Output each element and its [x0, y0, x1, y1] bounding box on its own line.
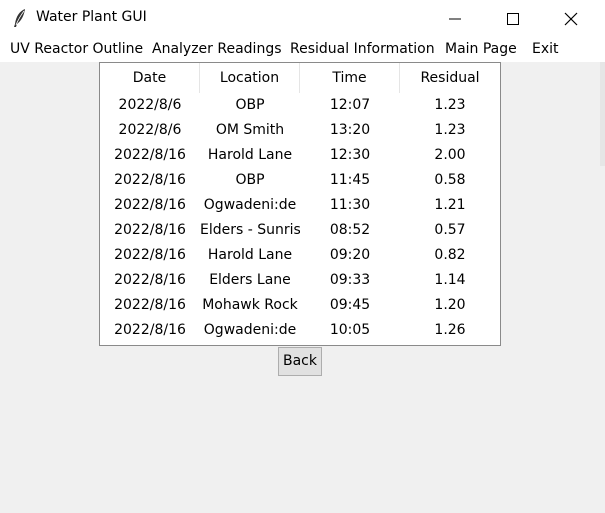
column-header-location[interactable]: Location	[200, 63, 300, 93]
cell-time: 12:30	[329, 147, 371, 163]
cell-date: 2022/8/16	[114, 172, 186, 188]
cell-time: 12:07	[329, 97, 371, 113]
table-row[interactable]: 2022/8/16 Mohawk Rock 09:45 1.20	[100, 293, 500, 318]
cell-date: 2022/8/6	[118, 122, 182, 138]
cell-time: 09:20	[329, 247, 371, 263]
residual-table[interactable]: Date Location Time Residual 2022/8/6 OBP 1…	[99, 62, 501, 346]
table-row[interactable]: 2022/8/16 Harold Lane 12:30 2.00	[100, 143, 500, 168]
close-button[interactable]	[542, 0, 600, 37]
menu-main-page[interactable]: Main Page	[445, 41, 517, 57]
column-header-time[interactable]: Time	[300, 63, 400, 93]
menu-uv-reactor-outline[interactable]: UV Reactor Outline	[10, 41, 143, 57]
cell-location: Harold Lane	[207, 147, 293, 163]
cell-location: Elders - Sunris	[200, 222, 300, 238]
cell-residual: 1.14	[434, 272, 466, 288]
cell-residual: 1.23	[434, 122, 466, 138]
table-row[interactable]: 2022/8/16 Harold Lane 09:20 0.82	[100, 243, 500, 268]
window-title: Water Plant GUI	[36, 9, 147, 25]
cell-residual: 2.00	[434, 147, 466, 163]
cell-time: 13:20	[329, 122, 371, 138]
cell-time: 09:45	[329, 297, 371, 313]
cell-date: 2022/8/6	[118, 97, 182, 113]
table-row[interactable]: 2022/8/6 OM Smith 13:20 1.23	[100, 118, 500, 143]
table-row[interactable]: 2022/8/16 OBP 11:45 0.58	[100, 168, 500, 193]
cell-residual: 0.58	[434, 172, 466, 188]
menu-exit[interactable]: Exit	[532, 41, 559, 57]
cell-time: 11:30	[329, 197, 371, 213]
cell-residual: 1.21	[434, 197, 466, 213]
column-header-residual[interactable]: Residual	[400, 63, 500, 93]
maximize-button[interactable]	[484, 0, 542, 37]
cell-date: 2022/8/16	[114, 297, 186, 313]
table-row[interactable]: 2022/8/16 Elders - Sunris 08:52 0.57	[100, 218, 500, 243]
back-button[interactable]: Back	[278, 347, 322, 376]
cell-residual: 1.23	[434, 97, 466, 113]
table-header: Date Location Time Residual	[100, 63, 500, 93]
cell-location: Elders Lane	[209, 272, 291, 288]
cell-location: OM Smith	[215, 122, 285, 138]
cell-time: 08:52	[329, 222, 371, 238]
menu-analyzer-readings[interactable]: Analyzer Readings	[152, 41, 282, 57]
cell-location: OBP	[235, 172, 265, 188]
table-row[interactable]: 2022/8/6 OBP 12:07 1.23	[100, 93, 500, 118]
table-row[interactable]: 2022/8/16 Ogwadeni:de 11:30 1.21	[100, 193, 500, 218]
table-row[interactable]: 2022/8/16 Ogwadeni:de 10:05 1.26	[100, 318, 500, 343]
close-icon	[564, 12, 578, 26]
maximize-icon	[507, 13, 519, 25]
cell-location: Ogwadeni:de	[203, 322, 297, 338]
menu-residual-information[interactable]: Residual Information	[290, 41, 435, 57]
minimize-button[interactable]	[426, 0, 484, 37]
background-window-edge	[600, 62, 605, 166]
table-row[interactable]: 2022/8/16 Elders Lane 09:33 1.14	[100, 268, 500, 293]
feather-icon	[12, 8, 28, 28]
cell-residual: 1.26	[434, 322, 466, 338]
cell-location: Ogwadeni:de	[203, 197, 297, 213]
column-header-date[interactable]: Date	[100, 63, 200, 93]
cell-date: 2022/8/16	[114, 147, 186, 163]
cell-date: 2022/8/16	[114, 222, 186, 238]
menu-bar: UV Reactor Outline Analyzer Readings Res…	[0, 37, 605, 62]
cell-residual: 0.57	[434, 222, 466, 238]
title-bar: Water Plant GUI	[0, 0, 605, 37]
cell-date: 2022/8/16	[114, 322, 186, 338]
cell-time: 11:45	[329, 172, 371, 188]
cell-date: 2022/8/16	[114, 272, 186, 288]
cell-location: Harold Lane	[207, 247, 293, 263]
cell-time: 10:05	[329, 322, 371, 338]
cell-residual: 0.82	[434, 247, 466, 263]
cell-location: OBP	[235, 97, 265, 113]
cell-time: 09:33	[329, 272, 371, 288]
cell-residual: 1.20	[434, 297, 466, 313]
minimize-icon	[449, 18, 461, 20]
cell-date: 2022/8/16	[114, 197, 186, 213]
cell-location: Mohawk Rock	[202, 297, 298, 313]
cell-date: 2022/8/16	[114, 247, 186, 263]
